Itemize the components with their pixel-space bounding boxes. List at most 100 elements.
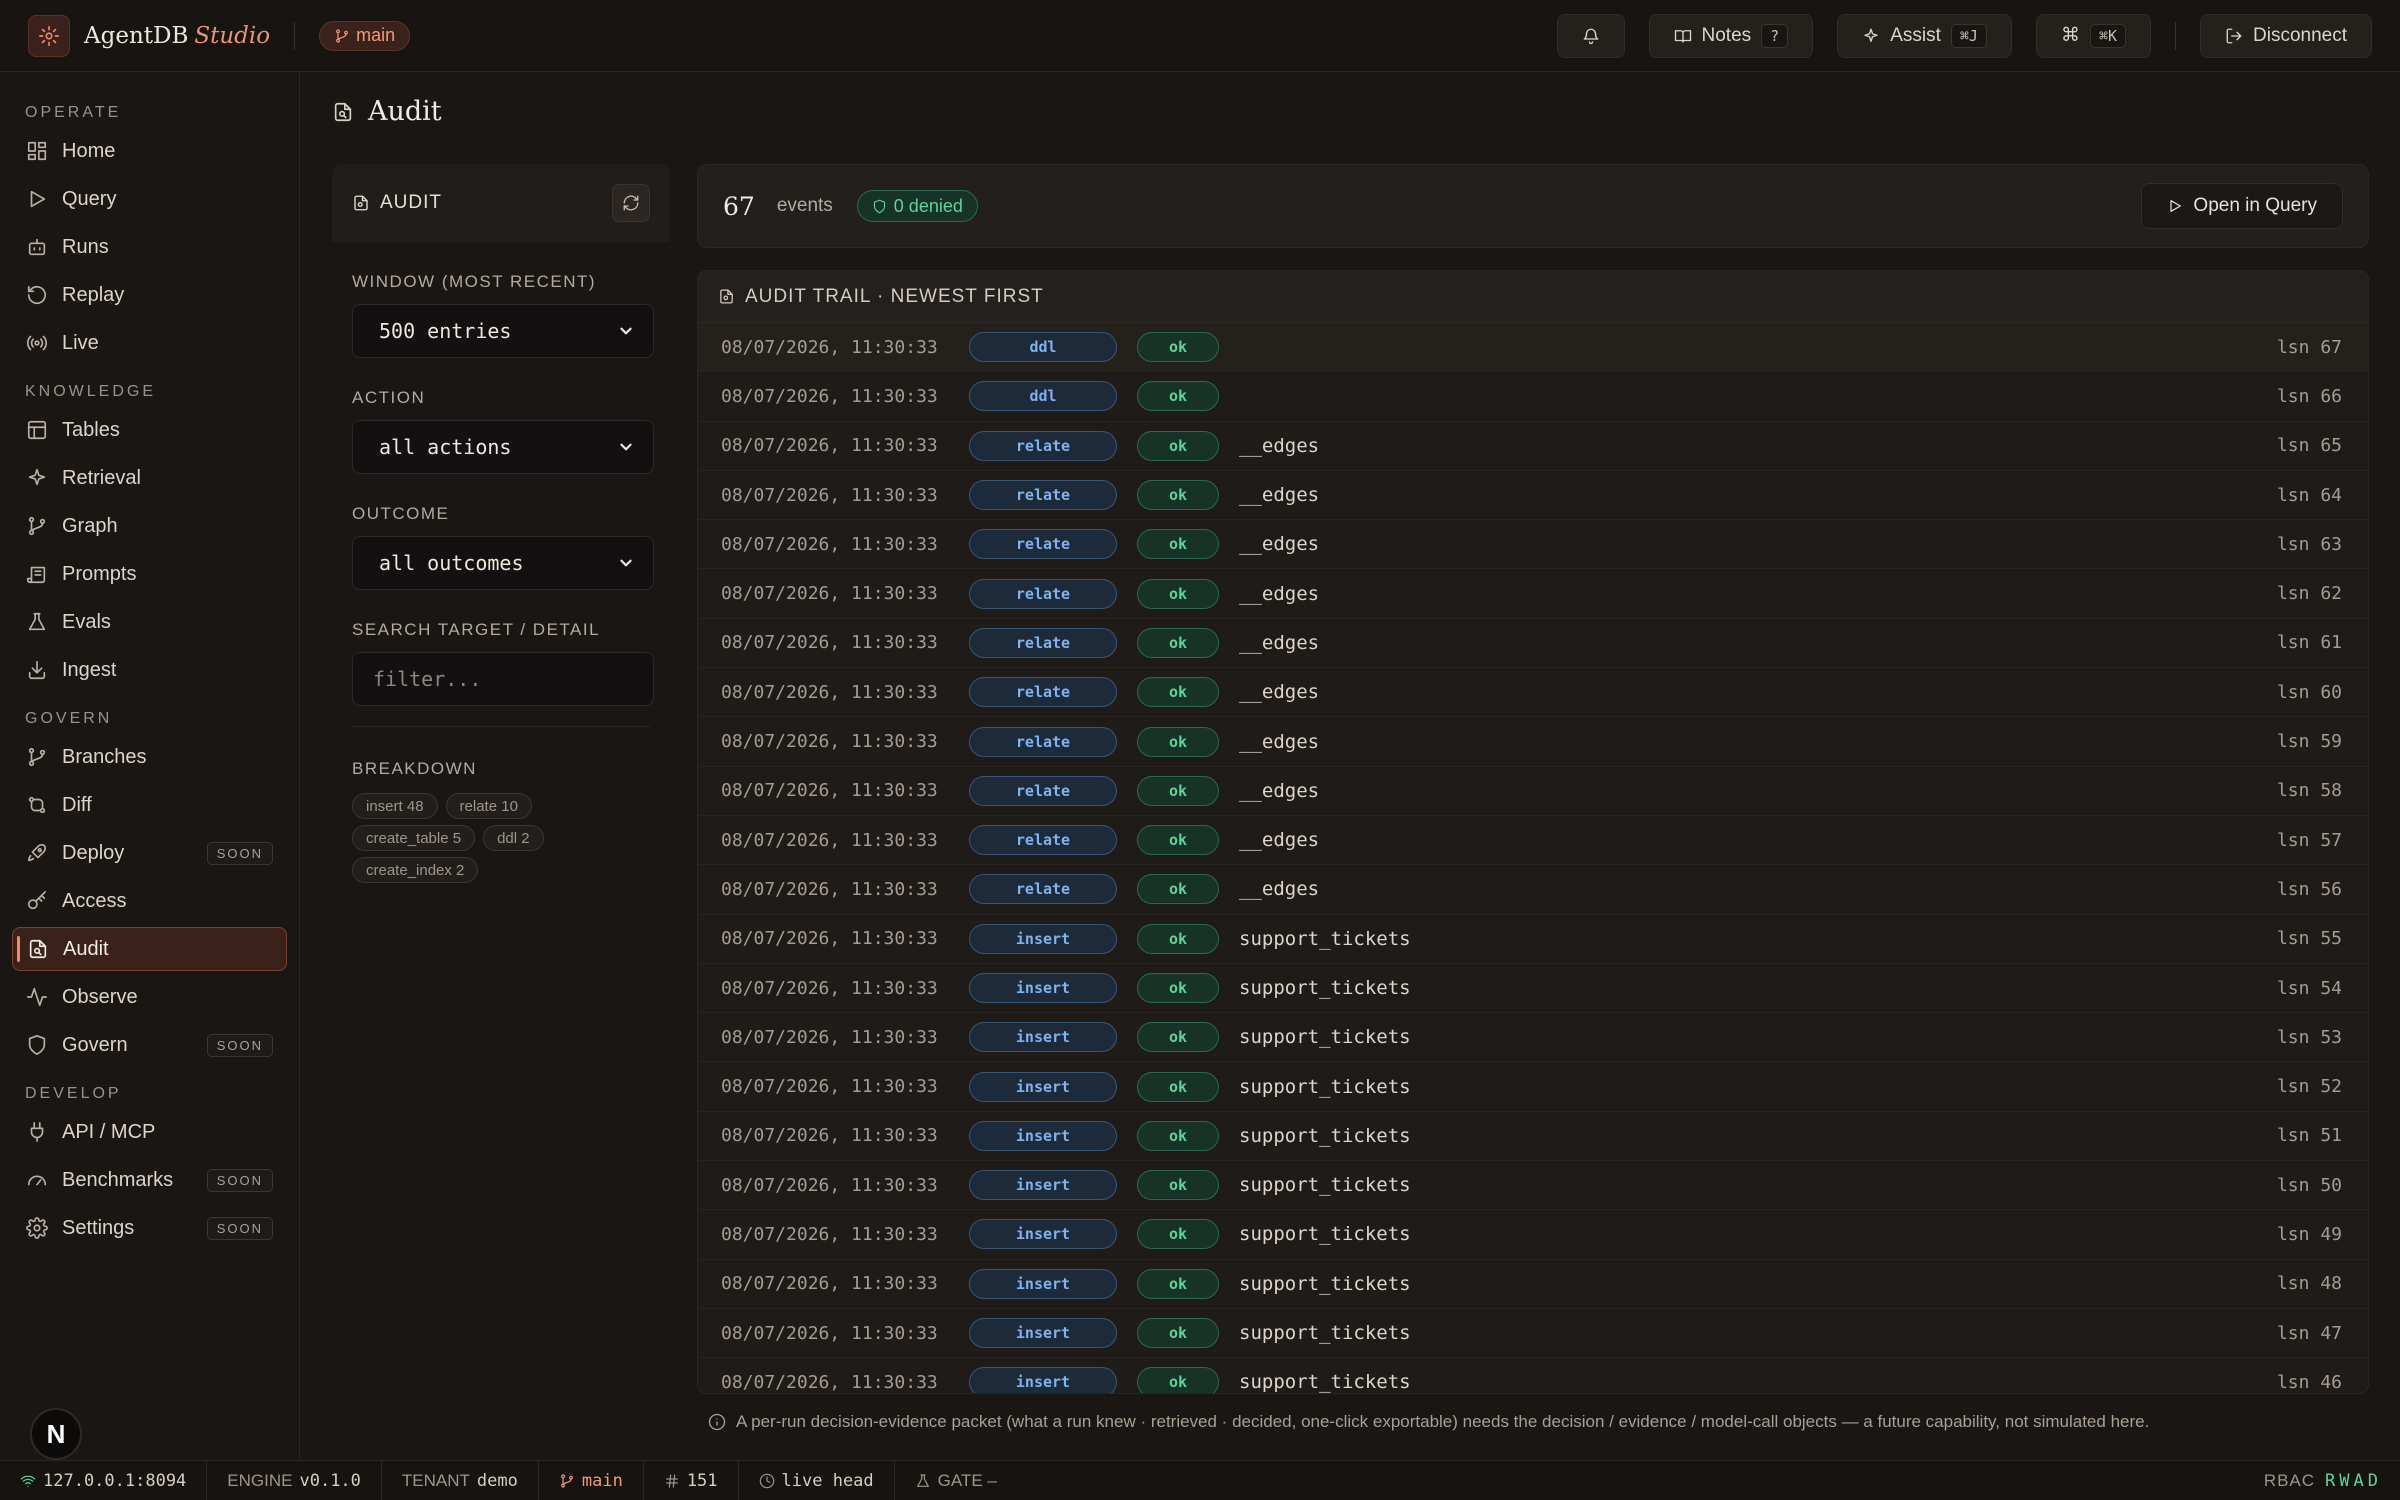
table-row[interactable]: 08/07/2026, 11:30:33 ddl ok lsn 67 [698,323,2368,373]
sidebar-item-live[interactable]: Live [12,321,287,365]
table-row[interactable]: 08/07/2026, 11:30:33 relate ok __edges lsn 5… [698,865,2368,915]
table-row[interactable]: 08/07/2026, 11:30:33 ddl ok lsn 66 [698,372,2368,422]
logo-icon[interactable] [28,14,70,57]
assist-button[interactable]: Assist ⌘J [1837,13,2012,58]
sidebar-item-prompts[interactable]: Prompts [12,552,287,596]
table-row[interactable]: 08/07/2026, 11:30:33 insert ok support_tick… [698,1210,2368,1260]
row-timestamp: 08/07/2026, 11:30:33 [721,1125,938,1147]
bot-icon [28,238,46,256]
table-row[interactable]: 08/07/2026, 11:30:33 relate ok __edges lsn 6… [698,520,2368,570]
sidebar-item-retrieval[interactable]: Retrieval [12,456,287,500]
table-row[interactable]: 08/07/2026, 11:30:33 relate ok __edges lsn 5… [698,816,2368,866]
sidebar-item-tables[interactable]: Tables [12,408,287,452]
row-action-badge: insert [969,1120,1117,1151]
search-label: SEARCH TARGET / DETAIL [352,620,601,639]
breakdown-chip[interactable]: ddl 2 [483,825,544,851]
sidebar-item-home[interactable]: Home [12,129,287,173]
action-select[interactable]: all actions [352,420,654,474]
sidebar-item-ingest[interactable]: Ingest [12,648,287,692]
plug-icon [30,1122,44,1142]
table-row[interactable]: 08/07/2026, 11:30:33 relate ok __edges lsn 6… [698,668,2368,718]
table-row[interactable]: 08/07/2026, 11:30:33 insert ok support_tick… [698,1062,2368,1112]
table-row[interactable]: 08/07/2026, 11:30:33 insert ok support_tick… [698,1309,2368,1359]
table-row[interactable]: 08/07/2026, 11:30:33 insert ok support_tick… [698,1260,2368,1309]
open-in-query-button[interactable]: Open in Query [2141,183,2343,229]
table-row[interactable]: 08/07/2026, 11:30:33 relate ok __edges lsn 6… [698,569,2368,619]
row-timestamp: 08/07/2026, 11:30:33 [721,878,938,900]
shield-icon [873,199,885,213]
window-label: WINDOW (MOST RECENT) [352,272,597,291]
sidebar-item-branches[interactable]: Branches [12,735,287,779]
sidebar-item-replay[interactable]: Replay [12,273,287,317]
sidebar-item-settings[interactable]: Settings SOON [12,1206,287,1250]
row-lsn: lsn 46 [2276,1371,2342,1393]
sidebar-item-query[interactable]: Query [12,177,287,221]
notes-button[interactable]: Notes ? [1648,13,1814,58]
row-action-badge: insert [969,1071,1117,1102]
row-lsn: lsn 62 [2276,583,2342,605]
breakdown-chip[interactable]: insert 48 [352,793,438,819]
table-row[interactable]: 08/07/2026, 11:30:33 relate ok __edges lsn 6… [698,471,2368,521]
radio-icon [26,335,48,351]
avatar[interactable]: N [30,1408,82,1460]
breakdown-chip[interactable]: create_table 5 [352,825,476,851]
status-host[interactable]: 127.0.0.1:8094 [0,1460,208,1500]
page-title: Audit [368,96,442,127]
sidebar-item-audit[interactable]: Audit [12,927,287,971]
search-input[interactable]: filter... [352,652,654,706]
row-timestamp: 08/07/2026, 11:30:33 [721,681,938,703]
sidebar-item-govern[interactable]: Govern SOON [12,1023,287,1067]
row-target: support_tickets [1239,1075,1411,1098]
sidebar-item-evals[interactable]: Evals [12,600,287,644]
sidebar-item-runs[interactable]: Runs [12,225,287,269]
table-row[interactable]: 08/07/2026, 11:30:33 relate ok __edges lsn 5… [698,717,2368,767]
refresh-button[interactable] [612,184,650,222]
table-row[interactable]: 08/07/2026, 11:30:33 relate ok __edges lsn 6… [698,422,2368,471]
outcome-select[interactable]: all outcomes [352,536,654,590]
sidebar-item-api[interactable]: API / MCP [12,1110,287,1154]
row-timestamp: 08/07/2026, 11:30:33 [721,1223,938,1245]
row-timestamp: 08/07/2026, 11:30:33 [721,385,938,407]
sidebar-item-observe[interactable]: Observe [12,975,287,1019]
row-lsn: lsn 51 [2276,1125,2342,1147]
row-target: support_tickets [1239,1322,1411,1345]
table-row[interactable]: 08/07/2026, 11:30:33 relate ok __edges lsn 5… [698,767,2368,816]
notifications-button[interactable] [1556,13,1625,58]
row-target: support_tickets [1239,1272,1411,1295]
sidebar-item-benchmarks[interactable]: Benchmarks SOON [12,1158,287,1202]
table-row[interactable]: 08/07/2026, 11:30:33 insert ok support_tick… [698,1112,2368,1162]
status-branch[interactable]: main [539,1460,644,1500]
sidebar-item-graph[interactable]: Graph [12,504,287,548]
scroll-icon [27,566,46,584]
row-action-badge: relate [969,578,1117,609]
sidebar-item-deploy[interactable]: Deploy SOON [12,831,287,875]
table-row[interactable]: 08/07/2026, 11:30:33 insert ok support_tick… [698,964,2368,1014]
breakdown-chip[interactable]: relate 10 [445,793,532,819]
command-palette-button[interactable]: ⌘ ⌘K [2035,13,2151,58]
row-timestamp: 08/07/2026, 11:30:33 [721,1076,938,1098]
row-timestamp: 08/07/2026, 11:30:33 [721,533,938,555]
row-outcome-badge: ok [1137,973,1219,1003]
sidebar-item-access[interactable]: Access [12,879,287,923]
row-timestamp: 08/07/2026, 11:30:33 [721,780,938,802]
disconnect-button[interactable]: Disconnect [2200,13,2372,58]
status-tenant: TENANT demo [382,1460,539,1500]
row-timestamp: 08/07/2026, 11:30:33 [721,1273,938,1295]
table-row[interactable]: 08/07/2026, 11:30:33 insert ok support_tick… [698,915,2368,964]
table-row[interactable]: 08/07/2026, 11:30:33 insert ok support_tick… [698,1358,2368,1393]
row-lsn: lsn 61 [2276,632,2342,654]
table-row[interactable]: 08/07/2026, 11:30:33 insert ok support_tick… [698,1013,2368,1063]
sidebar-item-diff[interactable]: Diff [12,783,287,827]
key-icon [27,891,47,910]
window-select[interactable]: 500 entries [352,304,654,358]
filter-panel-header: AUDIT [332,164,670,242]
table-row[interactable]: 08/07/2026, 11:30:33 insert ok support_tick… [698,1161,2368,1211]
breakdown-chip[interactable]: create_index 2 [352,857,479,883]
git-branch-icon [28,516,46,536]
row-outcome-badge: ok [1137,1022,1219,1053]
row-lsn: lsn 49 [2276,1223,2342,1245]
table-row[interactable]: 08/07/2026, 11:30:33 relate ok __edges lsn 6… [698,619,2368,669]
row-target: support_tickets [1239,1124,1411,1147]
branch-chip[interactable]: main [319,20,411,51]
row-target: __edges [1239,434,1320,457]
